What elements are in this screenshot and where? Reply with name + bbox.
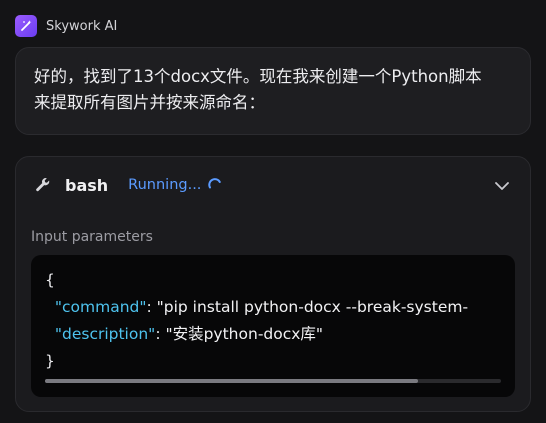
magic-wand-icon — [15, 15, 37, 37]
message-line-2: 来提取所有图片并按来源命名： — [34, 93, 265, 112]
app-window: Skywork AI 好的，找到了13个docx文件。现在我来创建一个Pytho… — [0, 0, 546, 423]
code-command-value: "pip install python-docx --break-system- — [156, 298, 469, 316]
message-text: 好的，找到了13个docx文件。现在我来创建一个Python脚本 来提取所有图片并… — [34, 64, 512, 116]
scrollbar-thumb[interactable] — [45, 379, 418, 383]
spinner-icon — [207, 177, 223, 193]
assistant-header: Skywork AI — [15, 15, 117, 37]
tool-name: bash — [65, 175, 109, 195]
code-description-value: "安装python-docx库" — [165, 325, 324, 343]
code-content: { "command": "pip install python-docx --… — [45, 271, 469, 370]
assistant-message: 好的，找到了13个docx文件。现在我来创建一个Python脚本 来提取所有图片并… — [15, 47, 531, 135]
code-command-key: "command" — [54, 298, 147, 316]
input-parameters-label: Input parameters — [31, 229, 153, 245]
code-open-brace: { — [45, 271, 55, 289]
wrench-icon — [34, 176, 52, 194]
chevron-down-icon — [494, 176, 510, 195]
code-description-key: "description" — [54, 325, 156, 343]
expand-toggle-button[interactable] — [492, 175, 512, 195]
app-name: Skywork AI — [46, 18, 118, 34]
horizontal-scrollbar[interactable] — [45, 379, 501, 383]
code-close-brace: } — [45, 352, 55, 370]
code-block[interactable]: { "command": "pip install python-docx --… — [31, 255, 515, 397]
tool-call-card: bash Running... Input parameters { "comm… — [15, 156, 531, 412]
tool-header[interactable]: bash Running... — [34, 173, 512, 197]
status-text: Running... — [128, 177, 202, 193]
message-line-1: 好的，找到了13个docx文件。现在我来创建一个Python脚本 — [34, 67, 482, 86]
